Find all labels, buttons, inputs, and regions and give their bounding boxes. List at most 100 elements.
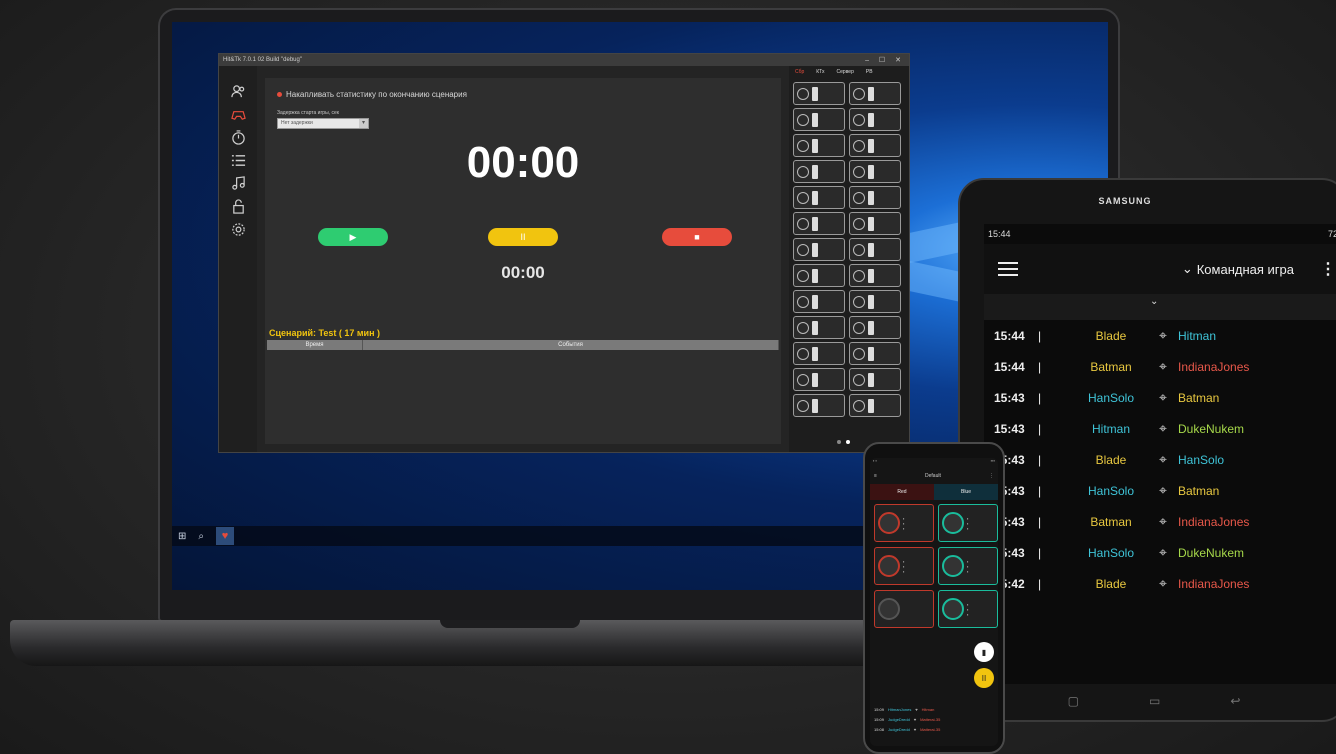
pause-button[interactable]: II <box>488 228 558 246</box>
window-controls[interactable]: – ☐ ✕ <box>865 56 905 64</box>
player-stats: ▪ ▪ ▪ <box>967 601 969 617</box>
device-card[interactable] <box>793 212 845 235</box>
timer-icon[interactable] <box>229 128 247 146</box>
victim-name: Matterai-35 <box>920 726 941 732</box>
tab-ktx[interactable]: КТх <box>810 66 830 78</box>
device-card[interactable] <box>849 394 901 417</box>
device-card[interactable] <box>793 134 845 157</box>
music-icon[interactable] <box>229 174 247 192</box>
search-icon[interactable]: ⌕ <box>198 531 204 542</box>
gear-icon[interactable] <box>229 220 247 238</box>
player-stats: ▪ ▪ ▪ <box>903 515 905 531</box>
team-blue-tab[interactable]: Blue <box>934 484 998 500</box>
kill-feed-row: 15:44 | Batman ⌖ IndianaJones <box>994 351 1336 382</box>
back-icon[interactable]: ↩ <box>1230 694 1240 708</box>
timer-panel: Накапливать статистику по окончанию сцен… <box>265 78 781 444</box>
device-status-icon <box>797 87 809 100</box>
player-card-dead[interactable] <box>874 590 934 628</box>
tab-rv[interactable]: РВ <box>860 66 879 78</box>
taskbar-app-icon[interactable]: ♥ <box>216 527 234 545</box>
device-card[interactable] <box>793 342 845 365</box>
separator: | <box>1038 328 1042 343</box>
device-card[interactable] <box>849 134 901 157</box>
event-time: 15:44 <box>994 328 1025 343</box>
device-card[interactable] <box>793 316 845 339</box>
device-card[interactable] <box>849 186 901 209</box>
device-card[interactable] <box>793 264 845 287</box>
crosshair-icon: ⌖ <box>1159 513 1167 529</box>
page-dot-active[interactable] <box>846 440 850 444</box>
chevron-down-icon: ⌄ <box>1181 261 1193 276</box>
device-card[interactable] <box>849 238 901 261</box>
pause-fab[interactable]: II <box>974 668 994 688</box>
device-card[interactable] <box>849 368 901 391</box>
stop-button[interactable]: ■ <box>662 228 732 246</box>
device-card[interactable] <box>793 160 845 183</box>
stop-fab[interactable]: ▮ <box>974 642 994 662</box>
device-card[interactable] <box>793 238 845 261</box>
more-vert-icon[interactable]: ⋮ <box>1320 259 1336 279</box>
device-card[interactable] <box>849 82 901 105</box>
play-button[interactable]: ▶ <box>318 228 388 246</box>
device-card[interactable] <box>849 108 901 131</box>
player-card[interactable]: ▪ ▪ ▪ <box>938 547 998 585</box>
list-icon[interactable] <box>229 151 247 169</box>
app-title: Hit&Tk 7.0.1 02 Build "debug" <box>223 57 302 63</box>
menu-icon[interactable] <box>998 262 1018 276</box>
main-timer: 00:00 <box>466 138 580 187</box>
device-card[interactable] <box>849 160 901 183</box>
page-dot[interactable] <box>837 440 841 444</box>
lock-icon[interactable] <box>229 197 247 215</box>
accumulate-stats-checkbox[interactable]: Накапливать статистику по окончанию сцен… <box>277 90 467 99</box>
crosshair-icon: ⌖ <box>915 706 918 712</box>
column-events[interactable]: События <box>363 340 779 350</box>
phone-title[interactable]: Default <box>925 473 941 479</box>
recent-apps-icon[interactable]: ▢ <box>1068 694 1079 708</box>
windows-icon[interactable]: ⊞ <box>178 531 186 542</box>
player-card[interactable]: ▪ ▪ ▪ <box>874 547 934 585</box>
player-card[interactable]: ▪ ▪ ▪ <box>874 504 934 542</box>
victim-name: IndianaJones <box>1178 514 1250 529</box>
device-card[interactable] <box>793 186 845 209</box>
teams-header[interactable]: ⌄ <box>984 294 1336 320</box>
player-card[interactable]: ▪ ▪ ▪ <box>938 590 998 628</box>
device-card[interactable] <box>849 316 901 339</box>
battery-icon <box>812 320 818 335</box>
menu-icon[interactable]: ≡ <box>874 473 877 479</box>
tab-sbr[interactable]: Сбр <box>789 66 810 78</box>
separator: | <box>1038 576 1042 591</box>
device-card[interactable] <box>793 82 845 105</box>
crosshair-icon: ⌖ <box>1159 544 1167 560</box>
player-card[interactable]: ▪ ▪ ▪ <box>938 504 998 542</box>
more-vert-icon[interactable]: ⋮ <box>989 473 994 479</box>
device-status-icon <box>797 243 809 256</box>
device-status-icon <box>853 113 865 126</box>
crosshair-icon: ⌖ <box>1159 358 1167 374</box>
home-button[interactable]: ▭ <box>1149 694 1160 708</box>
team-blue-label: Blue <box>960 489 971 495</box>
game-mode-dropdown[interactable]: ⌄ Командная игра <box>1182 261 1294 277</box>
device-card[interactable] <box>849 264 901 287</box>
player-stats: ▪ ▪ ▪ <box>967 515 969 531</box>
device-card[interactable] <box>849 342 901 365</box>
tab-server[interactable]: Сервер <box>831 66 860 78</box>
battery-icon <box>812 346 818 361</box>
killer-name: Batman <box>1090 359 1132 374</box>
device-card[interactable] <box>793 394 845 417</box>
device-status-icon <box>853 87 865 100</box>
device-card[interactable] <box>849 290 901 313</box>
chevron-down-icon[interactable]: ⌄ <box>1150 296 1158 307</box>
pager <box>837 440 850 444</box>
device-status-icon <box>797 165 809 178</box>
players-icon[interactable] <box>229 82 247 100</box>
device-card[interactable] <box>793 108 845 131</box>
device-card[interactable] <box>849 212 901 235</box>
team-red-tab[interactable]: Red <box>870 484 934 500</box>
device-card[interactable] <box>793 290 845 313</box>
separator: | <box>1038 359 1042 374</box>
device-card[interactable] <box>793 368 845 391</box>
column-time[interactable]: Время <box>267 340 363 350</box>
start-delay-select[interactable]: Нет задержки ▾ <box>277 118 369 129</box>
phone-feed-row: 15:09 JudgeDredd ⌖ Matterai-35 <box>874 714 994 724</box>
gamepad-icon[interactable] <box>229 105 247 123</box>
